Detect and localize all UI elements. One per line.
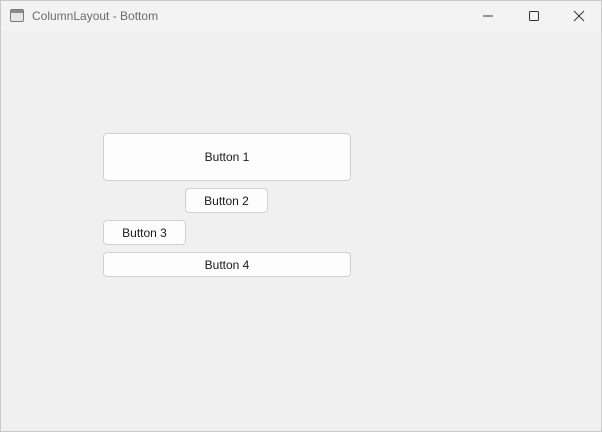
app-window: ColumnLayout - Bottom Button 1 Button 2 … — [0, 0, 602, 432]
maximize-button[interactable] — [511, 1, 557, 31]
close-button[interactable] — [556, 1, 602, 31]
minimize-button[interactable] — [465, 1, 511, 31]
client-area: Button 1 Button 2 Button 3 Button 4 — [1, 31, 601, 431]
button-3[interactable]: Button 3 — [103, 220, 186, 245]
button-2[interactable]: Button 2 — [185, 188, 268, 213]
minimize-icon — [483, 15, 493, 17]
close-icon — [573, 10, 585, 22]
window-app-icon — [10, 9, 24, 22]
button-4[interactable]: Button 4 — [103, 252, 351, 277]
button-1[interactable]: Button 1 — [103, 133, 351, 181]
maximize-icon — [529, 11, 539, 21]
window-title: ColumnLayout - Bottom — [32, 9, 159, 23]
title-bar[interactable]: ColumnLayout - Bottom — [1, 1, 601, 31]
